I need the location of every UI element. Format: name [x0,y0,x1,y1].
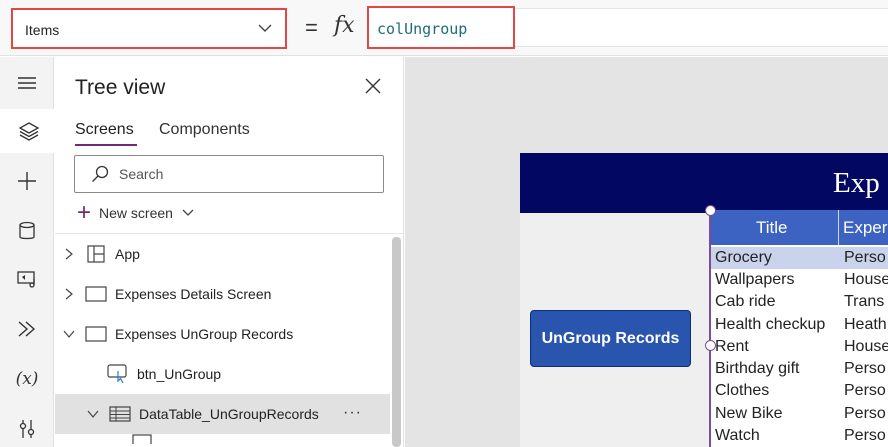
search-input[interactable] [119,164,369,184]
formula-input[interactable]: colUngroup [367,6,515,49]
table-row[interactable]: Birthday gift Perso [710,358,888,380]
table-row[interactable]: Cab ride Trans [710,291,888,313]
cell-expense: Perso [844,360,886,377]
table-row[interactable]: New Bike Perso [710,403,888,425]
chevron-down-icon [258,24,272,32]
power-apps-studio: Items = fx colUngroup (x) Tree view Scre… [0,0,888,447]
tree-item-expenses-ungroup-records[interactable]: Expenses UnGroup Records [55,314,390,354]
database-icon[interactable] [0,209,54,253]
button-control-icon [107,364,129,384]
plus-icon: + [77,199,92,226]
new-screen-button[interactable]: + New screen [77,199,195,226]
chevron-right-icon[interactable] [63,288,75,300]
cell-expense: Perso [844,405,886,422]
search-icon [92,165,109,182]
resize-handle[interactable] [705,205,716,216]
cell-expense: Perso [844,249,886,266]
cell-title: Health checkup [715,316,826,333]
property-value: Items [25,22,60,38]
flow-icon[interactable] [0,307,54,351]
table-row[interactable]: Grocery Perso [710,247,888,269]
cell-expense: Heath [844,316,887,333]
cell-expense: House [844,271,888,288]
cell-expense: Perso [844,382,886,399]
panel-title: Tree view [75,76,166,99]
formula-input-area[interactable] [515,8,888,47]
screen-icon [85,324,107,344]
tab-components[interactable]: Components [159,121,250,139]
screen-header: Exp [520,153,888,213]
tab-screens[interactable]: Screens [75,121,134,139]
search-box [74,155,384,193]
cell-expense: Perso [844,427,886,444]
column-divider [838,210,839,245]
app-screen: Exp UnGroup Records Title Exper Grocery P… [520,153,888,447]
chevron-down-icon [182,209,194,216]
tree-view-panel: Tree view Screens Components + New scree… [55,57,404,447]
formula-text: colUngroup [377,20,468,38]
control-icon [131,431,153,447]
selection-border [709,210,711,447]
tools-icon[interactable] [0,407,54,447]
table-icon [109,404,131,424]
data-table[interactable]: Title Exper Grocery Perso Wallpapers House… [710,210,888,447]
formula-bar: Items = fx colUngroup [0,0,888,56]
plus-icon[interactable] [0,159,54,203]
cell-title: Rent [715,338,749,355]
table-row[interactable]: Watch Perso [710,425,888,447]
tree-item-app[interactable]: App [55,234,390,274]
variables-icon[interactable]: (x) [0,357,54,401]
chevron-down-icon[interactable] [63,328,75,340]
column-header-expense[interactable]: Exper [843,218,887,238]
active-tab-indicator [75,144,137,146]
cell-expense: House [844,338,888,355]
ungroup-records-button[interactable]: UnGroup Records [530,310,691,367]
table-row[interactable]: Health checkup Heath [710,314,888,336]
layers-icon[interactable] [0,109,54,153]
tree-item-label: btn_UnGroup [137,366,222,382]
tree-item-child[interactable] [55,431,390,447]
fx-icon[interactable]: fx [334,13,355,38]
chevron-right-icon[interactable] [63,248,75,260]
cell-title: Birthday gift [715,360,800,377]
tree-item-datatable-ungrouprecords[interactable]: DataTable_UnGroupRecords ··· [55,394,390,434]
close-icon[interactable] [363,76,383,96]
app-icon [85,244,107,264]
tree-item-label: App [115,246,140,262]
cell-title: Wallpapers [715,271,795,288]
new-screen-label: New screen [99,205,173,221]
tree-item-btn-ungroup[interactable]: btn_UnGroup [55,354,390,394]
left-rail: (x) [0,57,54,447]
property-dropdown[interactable]: Items [11,8,287,49]
table-row[interactable]: Wallpapers House [710,269,888,291]
more-options-icon[interactable]: ··· [343,404,362,422]
screen-icon [85,284,107,304]
table-row[interactable]: Rent House [710,336,888,358]
cell-title: New Bike [715,405,783,422]
cell-title: Grocery [715,249,772,266]
variables-label: (x) [15,369,39,389]
cell-title: Cab ride [715,293,776,310]
menu-icon[interactable] [0,61,54,105]
cell-title: Clothes [715,382,770,399]
canvas: Exp UnGroup Records Title Exper Grocery P… [405,57,888,447]
equals-sign: = [305,15,318,40]
tree-item-expenses-details-screen[interactable]: Expenses Details Screen [55,274,390,314]
cell-expense: Trans [844,293,885,310]
header-title: Exp [833,167,880,199]
table-header: Title Exper [710,210,888,245]
tree-item-label: Expenses Details Screen [115,286,272,302]
tree-item-label: DataTable_UnGroupRecords [139,406,319,422]
chevron-down-icon[interactable] [87,408,99,420]
tree-scrollbar[interactable] [392,237,401,447]
cell-title: Watch [715,427,760,444]
table-row[interactable]: Clothes Perso [710,380,888,402]
column-header-title[interactable]: Title [756,218,788,238]
media-icon[interactable] [0,257,54,301]
tree-item-label: Expenses UnGroup Records [115,326,294,342]
resize-handle[interactable] [705,340,716,351]
